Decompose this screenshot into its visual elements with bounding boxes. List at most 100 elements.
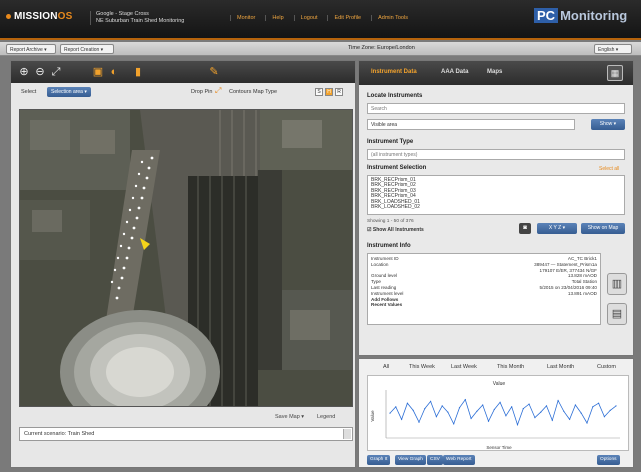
calendar-icon[interactable]: ▦ (607, 65, 623, 81)
select-all-link[interactable]: Select all (599, 166, 619, 172)
instrument-gauge-icon[interactable]: ▥ (607, 273, 627, 295)
pencil-icon[interactable]: ✎ (207, 65, 221, 79)
view-graph-button[interactable]: View Graph (395, 455, 426, 465)
selection-area-dropdown[interactable]: Selection area ▾ (47, 87, 91, 97)
instrument-panel: Instrument Data AAA Data Maps ▦ Locate I… (358, 60, 634, 356)
show-button[interactable]: Show ▾ (591, 119, 625, 130)
tab-instrument-data[interactable]: Instrument Data (371, 69, 417, 75)
series-point (406, 402, 408, 404)
series-point (511, 406, 513, 408)
csv-button[interactable]: CSV (427, 455, 443, 465)
series-point (418, 421, 420, 423)
tab-maps[interactable]: Maps (487, 69, 502, 75)
series-point (458, 407, 461, 409)
report-creation-select[interactable]: Report Creation ▾ (60, 44, 114, 54)
nav-edit-profile[interactable]: Edit Profile (327, 15, 361, 21)
locate-heading: Locate Instruments (367, 93, 423, 99)
series-point (430, 400, 432, 402)
xyz-button[interactable]: X Y Z ▾ (537, 223, 577, 234)
tab-aaa-data[interactable]: AAA Data (441, 69, 468, 75)
show-button-label: Show (599, 121, 613, 127)
info-value: 13.891 mAOD (567, 290, 597, 296)
info-key: Location (371, 261, 389, 267)
series-point (522, 408, 524, 410)
legend-link[interactable]: Legend (317, 414, 335, 420)
language-select[interactable]: English ▾ (594, 44, 632, 54)
save-map-dropdown[interactable]: Save Map ▾ (275, 414, 304, 420)
graph-it-button[interactable]: Graph It (367, 455, 391, 465)
series-point (580, 412, 582, 414)
pin-icon[interactable]: ▮ (131, 65, 145, 79)
chart-xlabel: Sensor Time (486, 445, 512, 450)
period-this-week[interactable]: This Week (409, 364, 435, 370)
period-last-week[interactable]: Last Week (451, 364, 477, 370)
project-info: Google - Stage Cross NE Suburban Train S… (90, 11, 184, 25)
nav-monitor[interactable]: Monitor (230, 15, 255, 21)
chart-panel: All This Week Last Week This Month Last … (358, 358, 634, 468)
show-all-checkbox[interactable]: ☑ Show All Instruments (367, 227, 424, 233)
scenario-scrollbar[interactable] (343, 429, 351, 439)
nav-admin-tools[interactable]: Admin Tools (371, 15, 408, 21)
camera-icon[interactable]: ◙ (519, 223, 531, 234)
xyz-button-label: X Y Z (548, 225, 562, 231)
show-on-map-button[interactable]: Show on Map (581, 223, 625, 234)
scenario-text: Current scenario: Train Shed (24, 431, 95, 437)
aerial-map[interactable] (19, 109, 353, 407)
series-point (592, 406, 594, 408)
report-archive-select[interactable]: Report Archive ▾ (6, 44, 56, 54)
period-last-month[interactable]: Last Month (547, 364, 574, 370)
contours-label[interactable]: Contours (229, 89, 251, 95)
project-name: Google - Stage Cross (96, 11, 149, 17)
period-all[interactable]: All (383, 364, 389, 370)
zoom-extent-icon[interactable]: ⤢ (49, 65, 63, 79)
brand-logo[interactable]: MISSIONOS (6, 11, 73, 22)
nav-logout[interactable]: Logout (293, 15, 317, 21)
save-map-label: Save Map (275, 414, 300, 420)
search-input[interactable]: Search (367, 103, 625, 114)
drop-pin-label[interactable]: Drop Pin (191, 89, 212, 95)
info-key: Recent Values (371, 302, 403, 308)
series-point (569, 418, 571, 420)
series-point (528, 403, 530, 405)
drop-pin-icon[interactable]: ⤢ (215, 86, 221, 96)
series-point (395, 406, 397, 408)
chart-ylabel: Value (370, 410, 375, 422)
pc-badge: PC (534, 8, 559, 23)
reading-chart: Value Value Sensor Time (367, 375, 629, 451)
info-row: Recent Values (371, 302, 597, 308)
series-point (609, 409, 611, 411)
period-custom[interactable]: Custom (597, 364, 616, 370)
monitoring-text: Monitoring (560, 8, 628, 23)
series-point (435, 416, 437, 418)
period-tabs: All This Week Last Week This Month Last … (359, 361, 633, 373)
zoom-out-icon[interactable]: ⊖ (33, 65, 47, 79)
visible-area-select[interactable]: Visible area (367, 119, 575, 130)
document-icon[interactable]: ▣ (91, 65, 105, 79)
project-subtitle: NE Suburban Train Shed Monitoring (96, 18, 185, 24)
chart-series-group (389, 398, 617, 427)
sub-bar: Report Archive ▾ Report Creation ▾ Time … (0, 42, 641, 56)
list-item[interactable]: BRK_LOADSHED_02 (371, 204, 621, 210)
layers-icon[interactable]: ◐ (107, 65, 121, 79)
aerial-map-image (20, 110, 352, 406)
series-line (389, 398, 617, 427)
web-report-button[interactable]: Web Report (443, 455, 475, 465)
map-type-r[interactable]: R (335, 88, 343, 96)
series-point (401, 418, 403, 420)
instrument-type-select[interactable]: (all instrument types) (367, 149, 625, 160)
zoom-in-icon[interactable]: ⊕ (17, 65, 31, 79)
period-this-month[interactable]: This Month (497, 364, 524, 370)
map-toolbar: ⊕ ⊖ ⤢ ▣ ◐ ▮ ✎ (11, 61, 355, 83)
scenario-field[interactable]: Current scenario: Train Shed (19, 427, 353, 441)
options-button[interactable]: Options (597, 455, 620, 465)
selection-area-label: Selection area (51, 89, 83, 95)
series-point (540, 411, 542, 413)
instrument-box-icon[interactable]: ▤ (607, 303, 627, 325)
map-type-s[interactable]: S (315, 88, 323, 96)
nav-help[interactable]: Help (265, 15, 284, 21)
instrument-list[interactable]: BRK_RECPrism_01 BRK_RECPrism_02 BRK_RECP… (367, 175, 625, 215)
map-type-h[interactable]: H (325, 88, 333, 96)
series-point (574, 404, 576, 406)
show-all-label: Show All Instruments (372, 227, 424, 233)
language-label: English (598, 47, 615, 53)
